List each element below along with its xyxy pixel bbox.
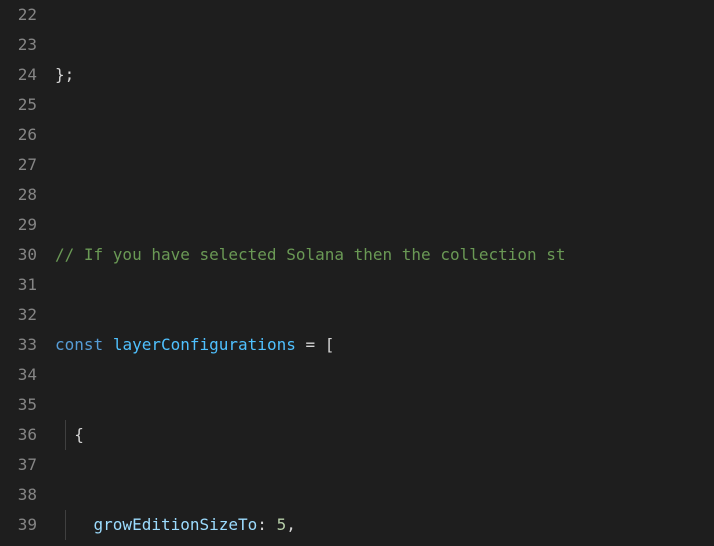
line-number: 37 bbox=[0, 450, 37, 480]
line-number-gutter: 22 23 24 25 26 27 28 29 30 31 32 33 34 3… bbox=[0, 0, 55, 546]
line-number: 34 bbox=[0, 360, 37, 390]
line-number: 39 bbox=[0, 510, 37, 540]
line-number: 30 bbox=[0, 240, 37, 270]
line-number: 22 bbox=[0, 0, 37, 30]
line-number: 25 bbox=[0, 90, 37, 120]
code-editor[interactable]: 22 23 24 25 26 27 28 29 30 31 32 33 34 3… bbox=[0, 0, 714, 546]
code-line bbox=[55, 150, 714, 180]
code-line: { bbox=[55, 420, 714, 450]
line-number: 27 bbox=[0, 150, 37, 180]
code-line: const layerConfigurations = [ bbox=[55, 330, 714, 360]
line-number: 23 bbox=[0, 30, 37, 60]
line-number: 26 bbox=[0, 120, 37, 150]
line-number: 38 bbox=[0, 480, 37, 510]
code-line: // If you have selected Solana then the … bbox=[55, 240, 714, 270]
line-number: 29 bbox=[0, 210, 37, 240]
line-number: 32 bbox=[0, 300, 37, 330]
line-number: 31 bbox=[0, 270, 37, 300]
code-line: growEditionSizeTo: 5, bbox=[55, 510, 714, 540]
code-line: }; bbox=[55, 60, 714, 90]
line-number: 36 bbox=[0, 420, 37, 450]
code-area[interactable]: }; // If you have selected Solana then t… bbox=[55, 0, 714, 546]
line-number: 35 bbox=[0, 390, 37, 420]
line-number: 28 bbox=[0, 180, 37, 210]
line-number: 24 bbox=[0, 60, 37, 90]
line-number: 33 bbox=[0, 330, 37, 360]
